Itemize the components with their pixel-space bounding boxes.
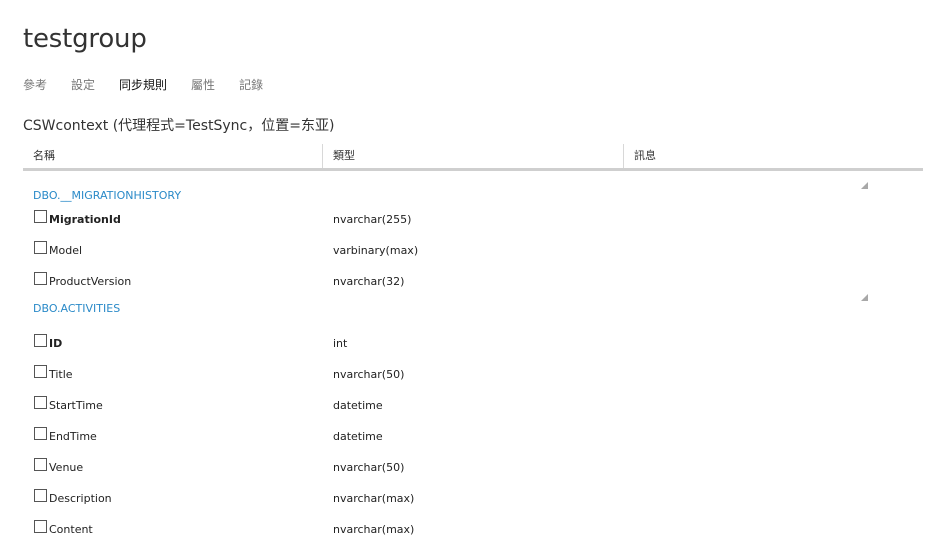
column-type-cell: varbinary(max)	[333, 244, 419, 257]
grid-header: 名稱 類型 訊息	[23, 144, 923, 171]
table-row: Description nvarchar(max)	[23, 481, 923, 512]
row-checkbox[interactable]	[34, 458, 47, 471]
context-line: CSWcontext (代理程式=TestSync，位置=东亚)	[23, 118, 335, 134]
table-row: ID int	[23, 326, 923, 357]
column-header-name[interactable]: 名稱	[23, 144, 322, 168]
row-checkbox[interactable]	[34, 241, 47, 254]
collapse-triangle-icon[interactable]	[861, 294, 868, 301]
row-checkbox[interactable]	[34, 427, 47, 440]
column-type-cell: int	[333, 337, 348, 350]
column-name-cell: StartTime	[49, 399, 103, 412]
group-label[interactable]: DBO.ACTIVITIES	[33, 302, 120, 316]
column-name-cell: Content	[49, 523, 93, 536]
column-name-cell: EndTime	[49, 430, 97, 443]
group-label[interactable]: DBO.__MIGRATIONHISTORY	[33, 189, 181, 203]
row-checkbox[interactable]	[34, 210, 47, 223]
table-row: Title nvarchar(50)	[23, 357, 923, 388]
table-row: MigrationId nvarchar(255)	[23, 202, 923, 233]
row-checkbox[interactable]	[34, 396, 47, 409]
table-row: StartTime datetime	[23, 388, 923, 419]
column-type-cell: nvarchar(50)	[333, 461, 405, 474]
row-checkbox[interactable]	[34, 489, 47, 502]
tab-settings[interactable]: 設定	[71, 76, 95, 94]
tab-properties[interactable]: 屬性	[191, 76, 215, 94]
column-name-cell: ID	[49, 337, 63, 350]
table-row: ProductVersion nvarchar(32)	[23, 264, 923, 295]
tab-logs[interactable]: 記錄	[239, 76, 263, 94]
row-checkbox[interactable]	[34, 365, 47, 378]
table-row: Model varbinary(max)	[23, 233, 923, 264]
column-type-cell: nvarchar(32)	[333, 275, 405, 288]
tab-bar: 參考 設定 同步規則 屬性 記錄	[23, 76, 287, 94]
column-name-cell: Venue	[49, 461, 84, 474]
column-name-cell: Description	[49, 492, 112, 505]
column-type-cell: datetime	[333, 430, 383, 443]
column-type-cell: nvarchar(255)	[333, 213, 412, 226]
column-header-type[interactable]: 類型	[322, 144, 623, 168]
row-checkbox[interactable]	[34, 334, 47, 347]
column-name-cell: MigrationId	[49, 213, 121, 226]
group-row: DBO.__MIGRATIONHISTORY	[23, 171, 923, 202]
group-row: DBO.ACTIVITIES	[23, 294, 923, 326]
column-name-cell: Model	[49, 244, 83, 257]
grid-body: DBO.__MIGRATIONHISTORY MigrationId nvarc…	[23, 171, 923, 543]
column-type-cell: nvarchar(50)	[333, 368, 405, 381]
table-row: Content nvarchar(max)	[23, 512, 923, 543]
table-row: EndTime datetime	[23, 419, 923, 450]
page-title: testgroup	[23, 24, 147, 54]
row-checkbox[interactable]	[34, 520, 47, 533]
page: testgroup 參考 設定 同步規則 屬性 記錄 CSWcontext (代…	[0, 0, 939, 553]
row-checkbox[interactable]	[34, 272, 47, 285]
column-type-cell: datetime	[333, 399, 383, 412]
column-type-cell: nvarchar(max)	[333, 523, 415, 536]
column-name-cell: ProductVersion	[49, 275, 132, 288]
column-type-cell: nvarchar(max)	[333, 492, 415, 505]
collapse-triangle-icon[interactable]	[861, 182, 868, 189]
column-header-message[interactable]: 訊息	[623, 144, 923, 168]
tab-sync-rules[interactable]: 同步規則	[119, 76, 167, 94]
table-row: Venue nvarchar(50)	[23, 450, 923, 481]
column-name-cell: Title	[49, 368, 73, 381]
tab-references[interactable]: 參考	[23, 76, 47, 94]
